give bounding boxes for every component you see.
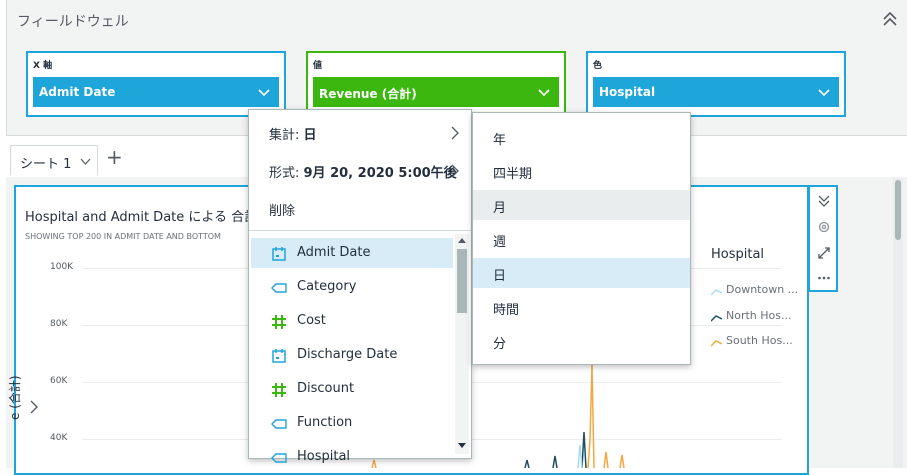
- legend-item[interactable]: Downtown ...: [710, 283, 799, 296]
- tag-icon: [271, 416, 287, 432]
- menu-scrollbar[interactable]: [455, 234, 469, 454]
- collapse-down-icon[interactable]: [817, 194, 831, 208]
- legend-swatch-icon: [710, 312, 723, 322]
- date-granularity-option[interactable]: 分: [473, 326, 690, 356]
- series-line-south: [619, 454, 625, 468]
- calendar-icon: [271, 246, 287, 262]
- menu-divider: [249, 230, 471, 231]
- legend-label: South Hos...: [726, 334, 793, 347]
- aggregate-prefix: 集計:: [269, 128, 304, 143]
- aggregate-value: 日: [303, 128, 317, 143]
- field-list-item-label: Discharge Date: [297, 347, 398, 362]
- gear-icon[interactable]: [817, 220, 831, 234]
- more-options-icon[interactable]: [817, 271, 831, 285]
- field-list-item-label: Hospital: [297, 449, 351, 464]
- calendar-icon: [271, 348, 287, 364]
- chevron-right-icon: [451, 164, 459, 178]
- tag-icon: [271, 450, 287, 466]
- field-list-item[interactable]: Discount: [251, 374, 453, 404]
- field-list-item[interactable]: Cost: [251, 306, 453, 336]
- series-line-north: [552, 455, 558, 468]
- hash-icon: [271, 314, 287, 330]
- field-list-item[interactable]: Admit Date: [251, 238, 453, 268]
- field-list-item-label: Function: [297, 415, 353, 430]
- format-prefix: 形式:: [269, 166, 304, 181]
- legend-item[interactable]: North Hos...: [710, 309, 792, 322]
- format-menu-item[interactable]: 形式: 9月 20, 2020 5:00午後: [249, 148, 471, 182]
- visual-toolbar: [809, 185, 838, 292]
- legend-swatch-icon: [710, 286, 723, 296]
- tag-icon: [271, 280, 287, 296]
- date-granularity-option[interactable]: 年: [473, 122, 690, 152]
- scroll-down-icon[interactable]: [458, 443, 466, 449]
- legend-label: Downtown ...: [726, 283, 799, 296]
- chevron-right-icon: [451, 126, 459, 140]
- field-list-item[interactable]: Discharge Date: [251, 340, 453, 370]
- series-line-downtown: [577, 444, 583, 468]
- chevron-right-icon[interactable]: [29, 400, 39, 414]
- date-granularity-option[interactable]: 月: [473, 190, 690, 220]
- series-line-south: [587, 364, 595, 468]
- aggregate-menu-item[interactable]: 集計: 日: [249, 110, 471, 144]
- y-axis-label: e (合計): [8, 375, 22, 420]
- legend-title: Hospital: [711, 247, 765, 262]
- hash-icon: [271, 382, 287, 398]
- series-line-north: [524, 459, 530, 468]
- delete-menu-item[interactable]: 削除: [249, 186, 471, 220]
- menu-scrollbar-thumb[interactable]: [457, 249, 467, 313]
- scroll-up-icon[interactable]: [458, 237, 466, 243]
- field-list-item[interactable]: Category: [251, 272, 453, 302]
- legend-label: North Hos...: [726, 309, 792, 322]
- series-line-north: [581, 431, 587, 468]
- legend-swatch-icon: [710, 337, 723, 347]
- field-list-item-label: Category: [297, 279, 357, 294]
- expand-icon[interactable]: [817, 246, 831, 260]
- aggregate-submenu: 年四半期月週日時間分: [472, 112, 691, 365]
- date-granularity-option[interactable]: 四半期: [473, 156, 690, 186]
- field-context-menu: 集計: 日 形式: 9月 20, 2020 5:00午後 削除 Admit Da…: [248, 109, 472, 464]
- field-list-item[interactable]: Function: [251, 408, 453, 438]
- format-value: 9月 20, 2020 5:00午後: [303, 166, 457, 181]
- field-list-item-label: Discount: [297, 381, 355, 396]
- series-line-south: [603, 451, 609, 468]
- field-list-item-label: Cost: [297, 313, 326, 328]
- date-granularity-option[interactable]: 週: [473, 224, 690, 254]
- date-granularity-option[interactable]: 日: [473, 258, 690, 288]
- legend-item[interactable]: South Hos...: [710, 334, 793, 347]
- field-list-item-label: Admit Date: [297, 245, 371, 260]
- date-granularity-option[interactable]: 時間: [473, 292, 690, 322]
